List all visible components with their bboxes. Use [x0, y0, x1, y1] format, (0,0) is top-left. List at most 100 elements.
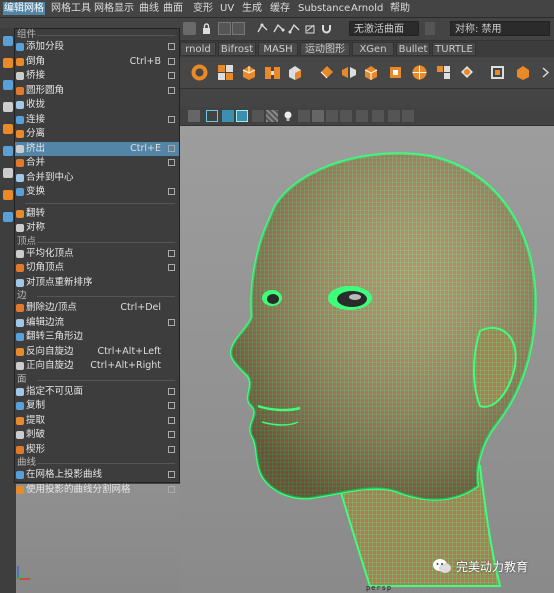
- shelf-tab[interactable]: TURTLE: [432, 42, 476, 56]
- toolbox-tool-icon[interactable]: [3, 212, 13, 222]
- toolbox-tool-icon[interactable]: [3, 80, 13, 90]
- menu-item[interactable]: 在网格上投影曲线: [15, 468, 179, 482]
- shelf-append-icon[interactable]: [286, 63, 305, 82]
- menu-item[interactable]: 反向自旋边 Ctrl+Alt+Left: [15, 345, 179, 359]
- snap-grid-icon[interactable]: [256, 22, 269, 35]
- textured-icon[interactable]: [252, 110, 264, 122]
- shelf-mirror-icon[interactable]: [488, 63, 507, 82]
- menubar-item[interactable]: UV: [219, 2, 235, 15]
- resolution-gate-icon[interactable]: [356, 110, 368, 122]
- menu-item[interactable]: 编辑边流: [15, 316, 179, 330]
- gate-mask-icon[interactable]: [372, 110, 384, 122]
- menubar-item[interactable]: 编辑网格: [3, 2, 45, 15]
- xray-icon[interactable]: [266, 110, 278, 122]
- menu-item[interactable]: 合并: [15, 156, 179, 170]
- menu-item[interactable]: 分离: [15, 127, 179, 141]
- select-hierarchy-icon[interactable]: [218, 22, 231, 35]
- lock-icon[interactable]: [200, 22, 213, 35]
- menu-item[interactable]: 对顶点重新排序: [15, 276, 179, 290]
- field-chart-icon[interactable]: [388, 110, 400, 122]
- menubar-item[interactable]: 缓存: [269, 2, 291, 15]
- snap-view-plane-icon[interactable]: [304, 22, 317, 35]
- option-box-icon[interactable]: [168, 416, 175, 424]
- toolbox-tool-icon[interactable]: [3, 36, 13, 46]
- option-box-icon[interactable]: [168, 144, 175, 152]
- wireframe-icon[interactable]: [206, 110, 218, 122]
- menubar-item[interactable]: 曲面: [162, 2, 184, 15]
- option-box-icon[interactable]: [168, 431, 175, 438]
- menu-item[interactable]: 添加分段: [15, 40, 179, 54]
- save-scene-icon[interactable]: [183, 22, 196, 35]
- option-box-icon[interactable]: [168, 43, 175, 50]
- menu-item[interactable]: 平均化顶点: [15, 247, 179, 261]
- shelf-tab[interactable]: MASH: [258, 42, 298, 56]
- option-box-icon[interactable]: [168, 115, 175, 123]
- toolbox-tool-icon[interactable]: [3, 168, 13, 178]
- shelf-triangulate-icon[interactable]: [514, 63, 533, 82]
- option-box-icon[interactable]: [168, 159, 175, 166]
- wireframe-on-shaded-icon[interactable]: [236, 110, 248, 122]
- option-box-icon[interactable]: [168, 72, 175, 79]
- menubar-item[interactable]: 帮助: [389, 2, 411, 15]
- menu-item[interactable]: 对称: [15, 221, 179, 235]
- menubar-item[interactable]: 曲线: [138, 2, 160, 15]
- shelf-combine-icon[interactable]: [362, 63, 381, 82]
- option-box-icon[interactable]: [168, 318, 175, 326]
- menu-item[interactable]: 楔形: [15, 443, 179, 457]
- shelf-extrude-icon[interactable]: [240, 63, 259, 82]
- shelf-bridge-icon[interactable]: [263, 63, 282, 82]
- option-box-icon[interactable]: [168, 264, 175, 271]
- perspective-viewport[interactable]: [180, 126, 554, 593]
- option-box-icon[interactable]: [168, 485, 175, 493]
- camera-icon[interactable]: [188, 110, 200, 122]
- shelf-sculpt-icon[interactable]: [190, 63, 209, 82]
- shelf-cube-grid-icon[interactable]: [216, 63, 235, 82]
- menu-item[interactable]: 翻转三角形边: [15, 330, 179, 344]
- menu-item[interactable]: 删除边/顶点 Ctrl+Del: [15, 301, 179, 315]
- shelf-smooth-icon[interactable]: [458, 63, 477, 82]
- option-box-icon[interactable]: [168, 387, 175, 395]
- shelf-fill-hole-icon[interactable]: [434, 63, 453, 82]
- symmetry-dropdown[interactable]: 对称: 禁用: [450, 21, 550, 36]
- menu-item[interactable]: 合并到中心: [15, 171, 179, 185]
- menu-item[interactable]: 切角顶点: [15, 261, 179, 275]
- menu-item[interactable]: 收拢: [15, 98, 179, 112]
- toolbox-tool-icon[interactable]: [3, 58, 13, 68]
- isolate-select-icon[interactable]: [326, 110, 338, 122]
- menu-item[interactable]: 变换: [15, 185, 179, 199]
- shelf-tab[interactable]: Bullet: [396, 42, 430, 56]
- shelf-tab[interactable]: XGen: [352, 42, 394, 56]
- smooth-shade-icon[interactable]: [222, 110, 234, 122]
- shelf-circularize-icon[interactable]: [410, 63, 429, 82]
- menubar-item[interactable]: 生成: [241, 2, 263, 15]
- option-box-icon[interactable]: [168, 249, 175, 257]
- shelf-bevel-icon[interactable]: [318, 63, 337, 82]
- safe-action-icon[interactable]: [402, 110, 414, 122]
- shelf-tab[interactable]: Bifrost: [218, 42, 256, 56]
- grid-icon[interactable]: [340, 110, 352, 122]
- menu-item[interactable]: 连接: [15, 113, 179, 127]
- shelf-tab[interactable]: 运动图形: [300, 42, 350, 56]
- shelf-separate-icon[interactable]: [386, 63, 405, 82]
- option-box-icon[interactable]: [168, 402, 175, 409]
- option-box-icon[interactable]: [168, 57, 175, 65]
- menu-item[interactable]: 翻转: [15, 207, 179, 221]
- menu-item[interactable]: 正向自旋边 Ctrl+Alt+Right: [15, 359, 179, 373]
- option-box-icon[interactable]: [168, 86, 175, 94]
- menu-item[interactable]: 复制: [15, 399, 179, 413]
- option-box-icon[interactable]: [168, 471, 175, 478]
- toggle-symmetry-icon[interactable]: [425, 22, 435, 35]
- shelf-scroll-right-icon[interactable]: [540, 63, 552, 82]
- snap-point-icon[interactable]: [288, 22, 301, 35]
- menubar-item[interactable]: Arnold: [350, 2, 384, 15]
- menu-item[interactable]: 桥接: [15, 69, 179, 83]
- menubar-item[interactable]: 网格工具: [50, 2, 92, 15]
- select-object-icon[interactable]: [232, 22, 245, 35]
- menu-item[interactable]: 刺破: [15, 428, 179, 442]
- toolbox-tool-icon[interactable]: [3, 124, 13, 134]
- menubar-item[interactable]: 变形: [192, 2, 214, 15]
- menu-item[interactable]: 圆形圆角: [15, 84, 179, 98]
- magnet-icon[interactable]: [320, 22, 333, 35]
- option-box-icon[interactable]: [168, 188, 175, 195]
- menu-item[interactable]: 提取: [15, 414, 179, 428]
